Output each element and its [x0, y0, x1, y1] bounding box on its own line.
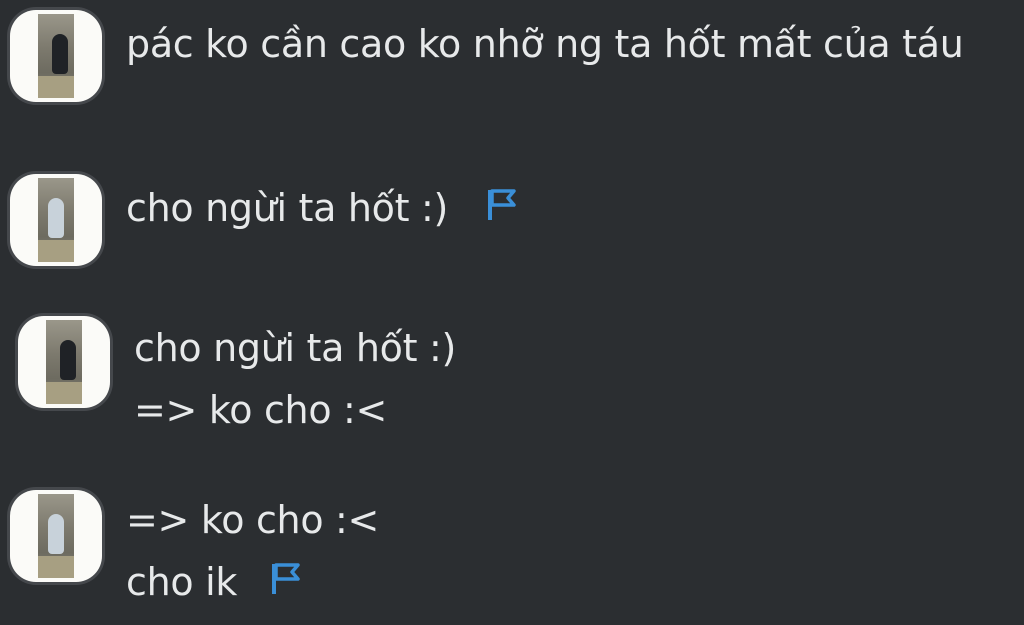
avatar[interactable] [10, 10, 102, 102]
message-text: => ko cho :< [134, 388, 388, 432]
flag-icon[interactable] [486, 188, 518, 222]
chat-thread: pác ko cần cao ko nhỡ ng ta hốt mất của … [0, 0, 1024, 625]
avatar[interactable] [10, 174, 102, 266]
avatar[interactable] [10, 490, 102, 582]
avatar[interactable] [18, 316, 110, 408]
message-text: => ko cho :< [126, 498, 380, 542]
flag-icon[interactable] [270, 562, 302, 596]
message-text: cho ngừi ta hốt :) [134, 326, 457, 370]
message-text: cho ngừi ta hốt :) [126, 186, 449, 230]
message-text: pác ko cần cao ko nhỡ ng ta hốt mất của … [126, 22, 964, 66]
message-text: cho ik [126, 560, 238, 604]
